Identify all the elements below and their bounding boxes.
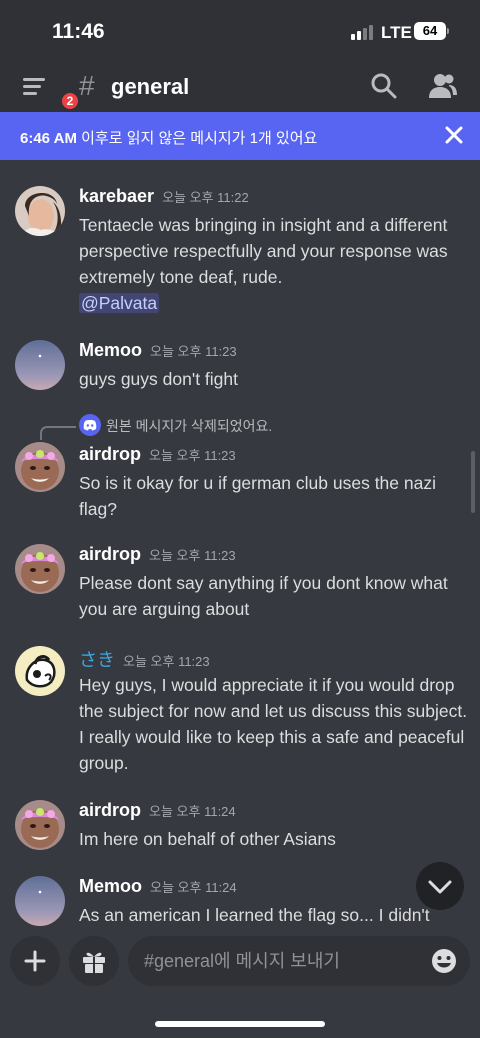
notification-badge: 2 bbox=[59, 90, 81, 112]
home-indicator[interactable] bbox=[155, 1021, 325, 1027]
timestamp: 오늘 오후 11:23 bbox=[149, 548, 236, 563]
search-icon bbox=[371, 73, 397, 99]
close-icon bbox=[445, 126, 463, 144]
user-mention[interactable]: @Palvata bbox=[79, 293, 160, 313]
unread-time: 6:46 AM bbox=[20, 130, 77, 147]
message[interactable]: karebaer 오늘 오후 11:22 Tentaecle was bringi… bbox=[0, 186, 480, 316]
status-bar: 11:46 LTE 64 bbox=[0, 0, 480, 62]
message[interactable]: Memoo 오늘 오후 11:23 guys guys don't fight bbox=[0, 340, 480, 400]
gift-button[interactable] bbox=[69, 936, 119, 986]
message-text: Hey guys, I would appreciate it if you w… bbox=[79, 675, 468, 773]
avatar[interactable] bbox=[15, 442, 65, 492]
reply-reference[interactable]: 원본 메시지가 삭제되었어요. bbox=[79, 414, 379, 436]
message-header: airdrop 오늘 오후 11:24 bbox=[79, 800, 236, 821]
message-list[interactable]: karebaer 오늘 오후 11:22 Tentaecle was bringi… bbox=[0, 160, 480, 928]
channel-title[interactable]: general bbox=[111, 74, 189, 100]
message-header: karebaer 오늘 오후 11:22 bbox=[79, 186, 249, 207]
message[interactable]: さき 오늘 오후 11:23 Hey guys, I would apprecia… bbox=[0, 646, 480, 776]
timestamp: 오늘 오후 11:24 bbox=[149, 804, 236, 819]
message-text: Tentaecle was bringing in insight and a … bbox=[79, 212, 469, 316]
unread-banner-text: 6:46 AM 이후로 읽지 않은 메시지가 1개 있어요 bbox=[20, 127, 317, 148]
message[interactable]: airdrop 오늘 오후 11:23 Please dont say anyth… bbox=[0, 544, 480, 624]
timestamp: 오늘 오후 11:23 bbox=[123, 654, 210, 669]
members-icon bbox=[429, 74, 457, 98]
channel-header: 2 # general bbox=[0, 62, 480, 112]
author-name[interactable]: Memoo bbox=[79, 876, 142, 896]
jump-to-latest-button[interactable] bbox=[416, 862, 464, 910]
members-button[interactable] bbox=[428, 72, 458, 100]
signal-icon bbox=[351, 24, 375, 40]
unread-message: 이후로 읽지 않은 메시지가 1개 있어요 bbox=[76, 130, 318, 147]
banner-close-button[interactable] bbox=[443, 124, 465, 146]
message-header: さき 오늘 오후 11:23 bbox=[79, 646, 210, 672]
message-header: Memoo 오늘 오후 11:24 bbox=[79, 876, 237, 897]
message-content: Tentaecle was bringing in insight and a … bbox=[79, 215, 448, 287]
search-button[interactable] bbox=[370, 72, 398, 100]
message-text: Please dont say anything if you dont kno… bbox=[79, 573, 448, 619]
message-header: airdrop 오늘 오후 11:23 bbox=[79, 544, 236, 565]
timestamp: 오늘 오후 11:24 bbox=[150, 880, 237, 895]
scrollbar[interactable] bbox=[471, 451, 475, 513]
hamburger-line bbox=[23, 85, 41, 88]
plus-icon bbox=[24, 950, 46, 972]
avatar[interactable] bbox=[15, 800, 65, 850]
hamburger-line bbox=[23, 92, 37, 95]
avatar[interactable] bbox=[15, 340, 65, 390]
avatar[interactable] bbox=[15, 876, 65, 926]
message-text: So is it okay for u if german club uses … bbox=[79, 473, 436, 519]
message-input[interactable] bbox=[128, 936, 470, 986]
author-name[interactable]: karebaer bbox=[79, 186, 154, 206]
timestamp: 오늘 오후 11:23 bbox=[149, 448, 236, 463]
avatar[interactable] bbox=[15, 544, 65, 594]
author-name[interactable]: さき bbox=[79, 650, 115, 670]
message-header: Memoo 오늘 오후 11:23 bbox=[79, 340, 237, 361]
emoji-button[interactable] bbox=[430, 947, 458, 975]
message[interactable]: Memoo 오늘 오후 11:24 As an american I learne… bbox=[0, 876, 480, 928]
message-text: guys guys don't fight bbox=[79, 369, 238, 389]
network-type: LTE bbox=[381, 23, 412, 42]
add-attachment-button[interactable] bbox=[10, 936, 60, 986]
avatar[interactable] bbox=[15, 646, 65, 696]
hamburger-icon bbox=[23, 78, 45, 81]
discord-icon bbox=[79, 414, 101, 436]
battery-tip bbox=[447, 28, 449, 34]
timestamp: 오늘 오후 11:22 bbox=[162, 190, 249, 205]
avatar[interactable] bbox=[15, 186, 65, 236]
author-name[interactable]: airdrop bbox=[79, 800, 141, 820]
timestamp: 오늘 오후 11:23 bbox=[150, 344, 237, 359]
reply-spine bbox=[40, 426, 76, 440]
message-text: As an american I learned the flag so... … bbox=[79, 905, 430, 925]
unread-banner[interactable]: 6:46 AM 이후로 읽지 않은 메시지가 1개 있어요 bbox=[0, 112, 480, 160]
message-header: airdrop 오늘 오후 11:23 bbox=[79, 444, 236, 465]
channel-hash-icon: # bbox=[79, 70, 95, 101]
reply-text: 원본 메시지가 삭제되었어요. bbox=[106, 418, 273, 434]
battery-icon: 64 bbox=[414, 22, 446, 40]
author-name[interactable]: airdrop bbox=[79, 544, 141, 564]
message[interactable]: airdrop 오늘 오후 11:24 Im here on behalf of … bbox=[0, 800, 480, 856]
author-name[interactable]: airdrop bbox=[79, 444, 141, 464]
author-name[interactable]: Memoo bbox=[79, 340, 142, 360]
menu-button[interactable]: 2 bbox=[20, 72, 81, 112]
message-text: Im here on behalf of other Asians bbox=[79, 829, 336, 849]
emoji-icon bbox=[432, 949, 456, 973]
message[interactable]: 원본 메시지가 삭제되었어요. airdrop 오늘 오후 11:23 So is… bbox=[0, 414, 480, 524]
status-time: 11:46 bbox=[52, 20, 105, 43]
gift-icon bbox=[83, 952, 105, 973]
chevron-down-icon bbox=[428, 880, 452, 894]
